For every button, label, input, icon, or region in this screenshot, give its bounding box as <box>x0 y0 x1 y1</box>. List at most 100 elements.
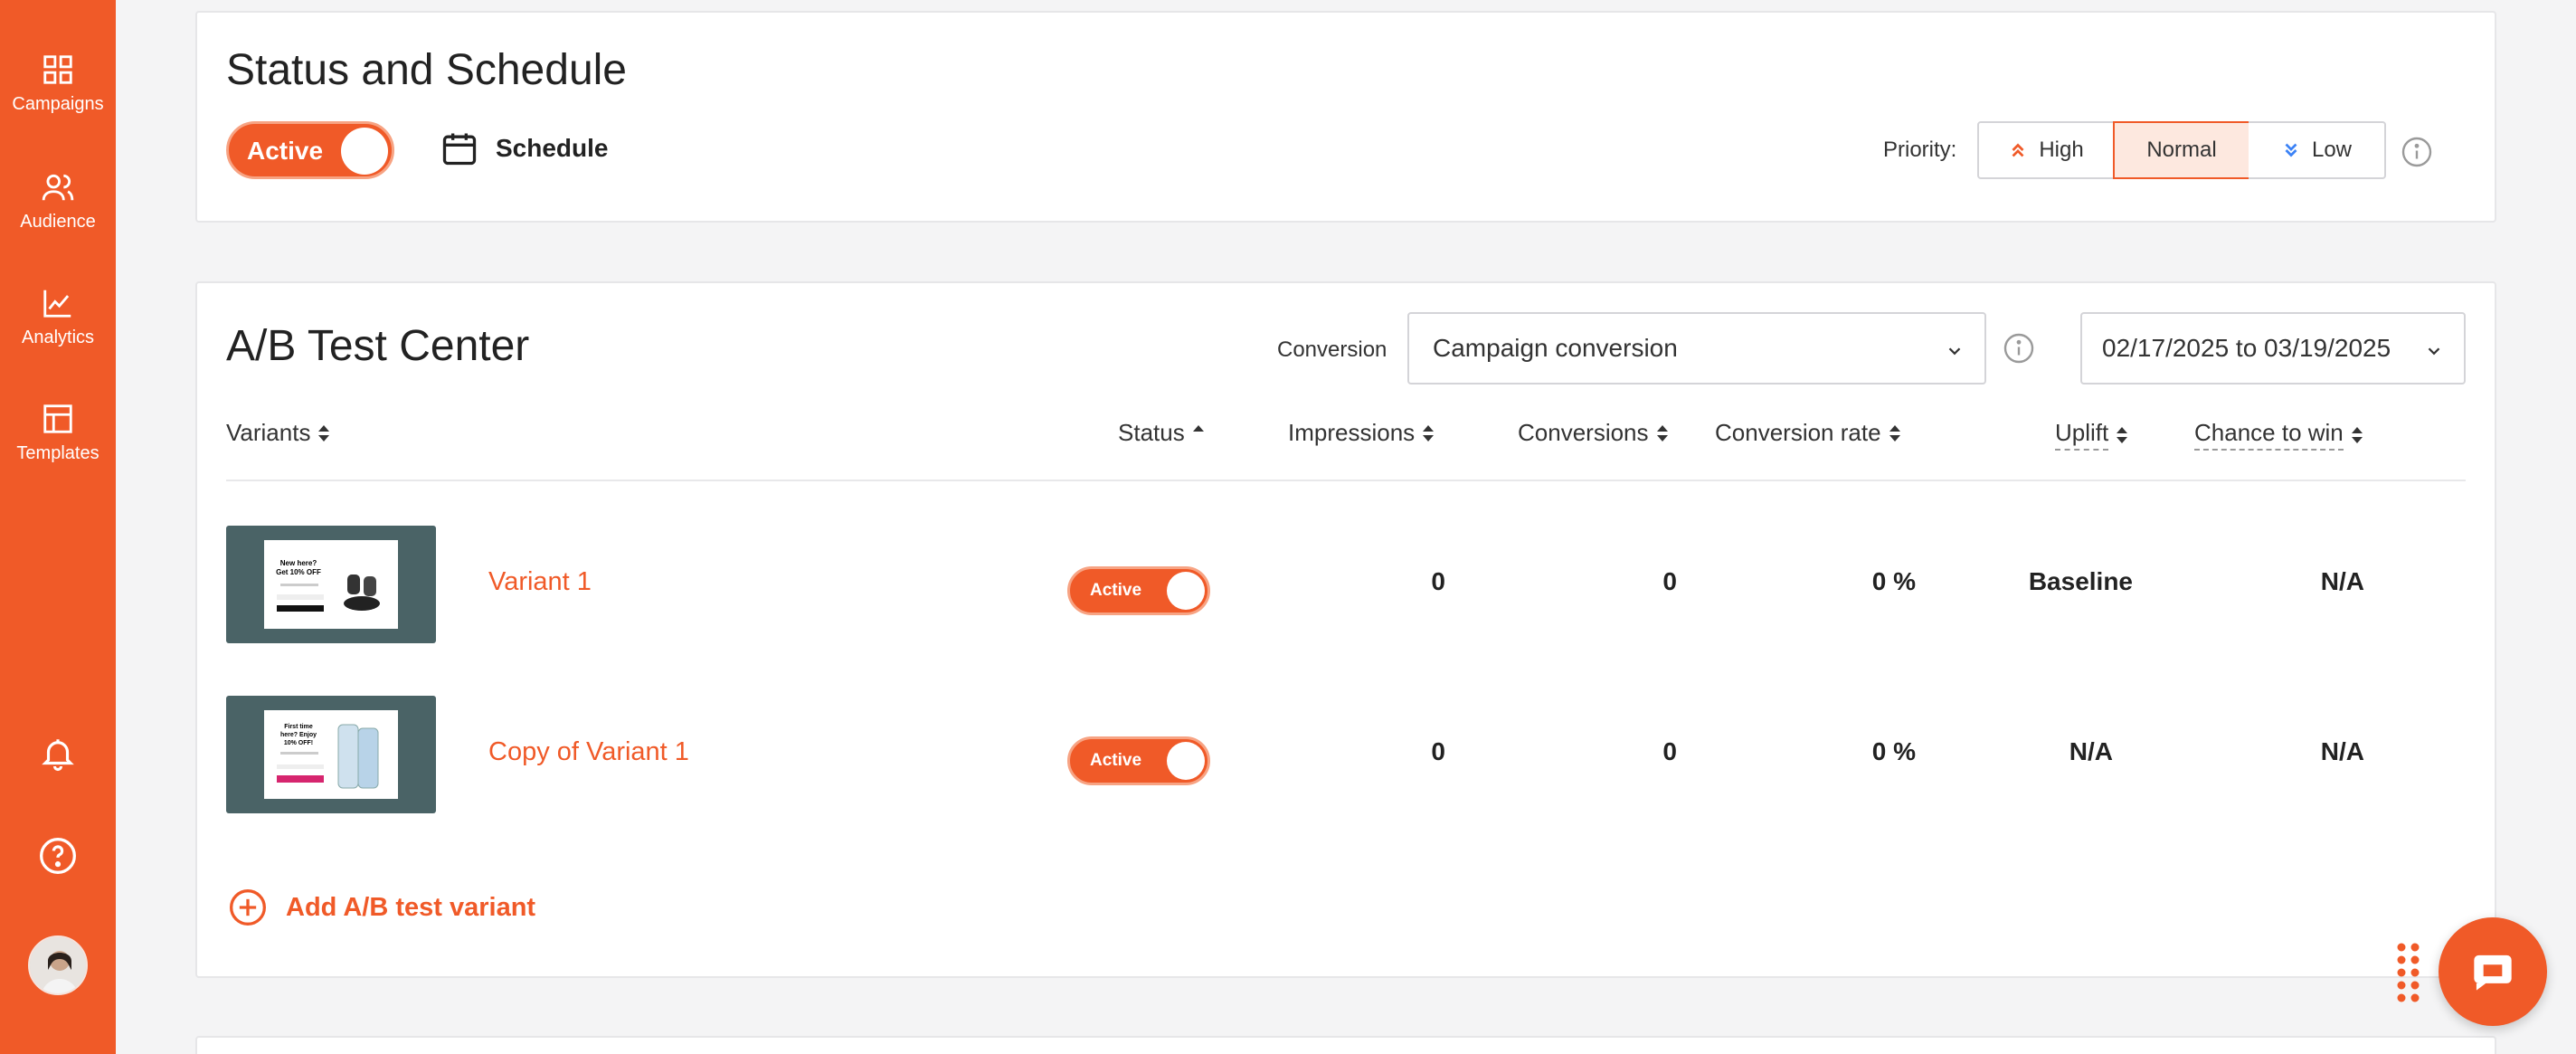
conversions-value: 0 <box>1662 567 1677 595</box>
sidebar-item-label: Analytics <box>21 328 95 347</box>
toggle-knob <box>341 128 388 175</box>
sort-icon <box>2351 426 2363 443</box>
add-variant-label: Add A/B test variant <box>286 892 536 922</box>
column-chance-to-win[interactable]: Chance to win <box>2194 419 2363 451</box>
conversions-value: 0 <box>1662 737 1677 765</box>
schedule-label: Schedule <box>496 134 609 162</box>
svg-text:10% OFF!: 10% OFF! <box>284 740 313 746</box>
sort-icon <box>1423 424 1435 442</box>
help-icon <box>40 838 76 874</box>
uplift-value: Baseline <box>2028 567 2133 595</box>
double-chevron-up-icon <box>2012 143 2024 157</box>
drag-handle-icon[interactable] <box>2397 943 2420 1002</box>
priority-label: Priority: <box>1883 138 1957 162</box>
ab-test-card: A/B Test Center Conversion Campaign conv… <box>195 281 2496 978</box>
users-icon <box>42 174 74 201</box>
header-divider <box>226 480 2466 481</box>
sidebar-item-label: Audience <box>20 212 96 232</box>
ab-title: A/B Test Center <box>226 322 530 370</box>
sidebar-item-label: Templates <box>16 443 99 463</box>
svg-text:First time: First time <box>284 724 313 730</box>
svg-text:here? Enjoy: here? Enjoy <box>280 732 317 738</box>
conversion-label: Conversion <box>1277 337 1387 362</box>
priority-low-label: Low <box>2311 138 2353 162</box>
variant-name-link[interactable]: Copy of Variant 1 <box>488 737 689 767</box>
campaign-active-toggle[interactable]: Active <box>226 121 394 179</box>
schedule-button[interactable]: Schedule <box>440 128 608 168</box>
date-range-value: 02/17/2025 to 03/19/2025 <box>2102 334 2391 362</box>
variant-status-toggle[interactable]: Active <box>1067 566 1210 615</box>
column-status[interactable]: Status <box>1118 419 1205 447</box>
sort-asc-icon <box>1192 424 1204 432</box>
priority-normal-label: Normal <box>2146 138 2217 162</box>
svg-text:Get 10% OFF: Get 10% OFF <box>276 568 321 576</box>
variant-name-link[interactable]: Variant 1 <box>488 567 592 597</box>
thumb-text: New here? <box>280 559 317 567</box>
add-ab-variant-button[interactable]: Add A/B test variant <box>228 888 535 927</box>
column-label: Chance to win <box>2194 419 2344 451</box>
layout-icon <box>43 404 72 433</box>
sort-icon <box>2117 426 2128 443</box>
sidebar: Campaigns Audience Analytics Templates <box>0 0 116 1054</box>
grid-icon <box>43 55 72 84</box>
sort-icon <box>1889 424 1900 442</box>
notifications-button[interactable] <box>0 735 116 773</box>
toggle-label: Active <box>1090 581 1142 600</box>
impressions-value: 0 <box>1431 567 1445 595</box>
double-chevron-down-icon <box>2285 143 2297 157</box>
sort-icon <box>318 424 330 442</box>
uplift-value: N/A <box>2069 737 2113 765</box>
priority-high-label: High <box>2039 138 2084 162</box>
column-label: Conversions <box>1518 419 1649 446</box>
priority-info-icon[interactable] <box>2401 136 2433 168</box>
toggle-knob <box>1167 742 1205 780</box>
variant-preview: New here? Get 10% OFF <box>264 540 398 629</box>
status-title: Status and Schedule <box>226 46 627 94</box>
conversion-info-icon[interactable] <box>2003 332 2035 365</box>
next-section-card <box>195 1036 2496 1054</box>
column-label: Variants <box>226 419 311 446</box>
column-label: Conversion rate <box>1715 419 1881 446</box>
priority-low-button[interactable]: Low <box>2249 121 2386 179</box>
chevron-down-icon <box>1948 347 1961 356</box>
column-uplift[interactable]: Uplift <box>2055 419 2128 451</box>
toggle-knob <box>1167 572 1205 610</box>
help-button[interactable] <box>0 836 116 876</box>
chat-icon <box>2474 954 2512 991</box>
priority-normal-button[interactable]: Normal <box>2113 121 2250 179</box>
table-row: New here? Get 10% OFF Variant 1 Active 0… <box>197 526 2495 643</box>
column-label: Status <box>1118 419 1185 446</box>
conversion-select[interactable]: Campaign conversion <box>1407 312 1986 385</box>
conversion-rate-value: 0 % <box>1871 567 1916 595</box>
calendar-icon <box>442 133 477 166</box>
variant-thumbnail[interactable]: New here? Get 10% OFF <box>226 526 436 643</box>
sidebar-item-templates[interactable]: Templates <box>0 402 116 464</box>
column-conversions[interactable]: Conversions <box>1518 419 1669 447</box>
chevron-down-icon <box>2428 347 2440 356</box>
chat-button[interactable] <box>2439 917 2547 1026</box>
column-variants[interactable]: Variants <box>226 419 330 447</box>
variant-thumbnail[interactable]: First time here? Enjoy 10% OFF! <box>226 696 436 813</box>
chance-to-win-value: N/A <box>2320 567 2364 595</box>
impressions-value: 0 <box>1431 737 1445 765</box>
conversion-value: Campaign conversion <box>1433 334 1678 362</box>
toggle-label: Active <box>247 137 324 165</box>
avatar <box>28 935 88 995</box>
bell-icon <box>42 739 74 772</box>
sidebar-item-audience[interactable]: Audience <box>0 170 116 233</box>
sidebar-item-analytics[interactable]: Analytics <box>0 286 116 348</box>
column-label: Impressions <box>1288 419 1416 446</box>
sidebar-item-label: Campaigns <box>12 94 104 114</box>
date-range-select[interactable]: 02/17/2025 to 03/19/2025 <box>2080 312 2466 385</box>
sidebar-item-campaigns[interactable]: Campaigns <box>0 52 116 115</box>
toggle-label: Active <box>1090 751 1142 770</box>
column-impressions[interactable]: Impressions <box>1288 419 1435 447</box>
variant-preview: First time here? Enjoy 10% OFF! <box>264 710 398 799</box>
user-menu[interactable] <box>0 935 116 995</box>
sort-icon <box>1656 424 1668 442</box>
variant-status-toggle[interactable]: Active <box>1067 736 1210 785</box>
priority-high-button[interactable]: High <box>1977 121 2115 179</box>
column-conversion-rate[interactable]: Conversion rate <box>1715 419 1901 447</box>
chart-line-icon <box>43 290 71 318</box>
conversion-rate-value: 0 % <box>1871 737 1916 765</box>
